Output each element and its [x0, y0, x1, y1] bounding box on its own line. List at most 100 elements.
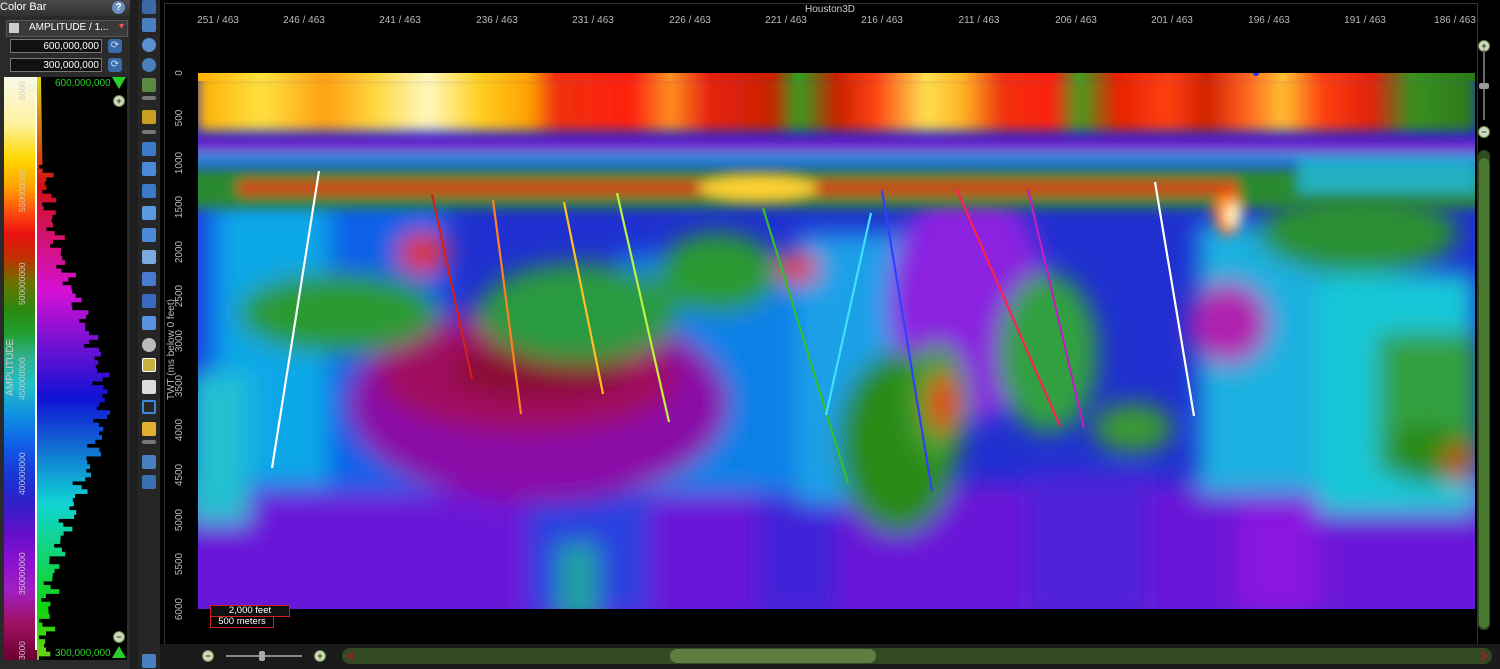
interpret-icon[interactable] [142, 294, 156, 308]
fault-stick[interactable] [270, 170, 321, 469]
histogram-bar [37, 160, 43, 165]
horizontal-scroll-thumb[interactable] [670, 649, 876, 663]
fault-stick[interactable] [562, 201, 605, 395]
bottom-value-label: 300,000,000 [55, 648, 111, 659]
pen-icon[interactable] [142, 455, 156, 469]
histogram-bar [37, 551, 66, 557]
histogram-bar [37, 630, 47, 636]
histogram-bar [37, 510, 77, 515]
histogram-bar [37, 231, 55, 236]
y-axis-tick: 2000 [174, 240, 185, 264]
seed-icon[interactable] [142, 316, 156, 330]
horizontal-scrollbar[interactable] [342, 648, 1492, 664]
well-marker[interactable] [1253, 73, 1259, 76]
help-icon[interactable]: ? [112, 1, 125, 14]
fault-stick[interactable] [880, 189, 934, 492]
fault-stick[interactable] [824, 212, 873, 416]
histogram-bar [37, 260, 66, 265]
histogram-bar [37, 81, 42, 86]
histogram-bar [37, 347, 100, 353]
tool-icon[interactable] [142, 110, 156, 124]
histogram-bar [37, 422, 100, 428]
horizontal-zoom-handle[interactable] [259, 651, 265, 661]
zoom-out-icon[interactable]: − [202, 650, 214, 662]
histogram-bar [37, 97, 42, 103]
horizon-icon[interactable] [142, 272, 156, 286]
eraser-icon[interactable] [142, 380, 156, 394]
histogram-bar [37, 360, 99, 365]
pick-fault-icon[interactable] [142, 142, 156, 156]
histogram-bar [37, 139, 43, 145]
max-value-input[interactable] [10, 39, 102, 53]
edit-fault-icon[interactable] [142, 184, 156, 198]
histogram-bar [37, 439, 96, 444]
layers-icon[interactable] [142, 250, 156, 264]
active-tool-icon[interactable] [142, 358, 156, 372]
light-icon[interactable] [142, 338, 156, 352]
scroll-left-icon[interactable] [346, 650, 353, 662]
histogram-bar [37, 547, 62, 553]
pointer-tool-icon[interactable] [142, 0, 156, 14]
panel-toggle-icon[interactable] [142, 654, 156, 668]
panel-splitter[interactable] [130, 0, 138, 669]
vertical-scroll-thumb[interactable] [1479, 158, 1489, 628]
fault-stick[interactable] [761, 207, 850, 484]
select-tool-icon[interactable] [142, 18, 156, 32]
rotate-tool-icon[interactable] [142, 58, 156, 72]
histogram-center-line [35, 95, 37, 650]
histogram-bar [37, 572, 53, 578]
bottom-toolbar: − + [160, 644, 1500, 669]
zoom-in-icon[interactable]: + [314, 650, 326, 662]
fault-stick[interactable] [1026, 189, 1086, 429]
histogram-bar [37, 426, 104, 432]
seismic-section-view[interactable]: Houston3D 251 / 463 246 / 463 241 / 463 … [160, 0, 1500, 669]
histogram-bar [37, 343, 85, 349]
histogram-bar [37, 93, 42, 99]
measure-icon[interactable] [142, 228, 156, 242]
move-icon[interactable] [142, 206, 156, 220]
grid-tool-icon[interactable] [142, 78, 156, 92]
histogram-bar [37, 597, 42, 603]
separator-icon [142, 96, 156, 100]
bottom-marker-handle[interactable] [112, 646, 126, 658]
zoom-in-icon[interactable]: + [113, 95, 125, 107]
histogram-bar [37, 401, 100, 407]
zoom-out-icon[interactable]: − [113, 631, 125, 643]
vertical-zoom-handle[interactable] [1479, 83, 1489, 89]
top-marker-handle[interactable] [112, 77, 126, 89]
histogram-bar [37, 314, 87, 320]
histogram-bar [37, 385, 104, 390]
settings-icon[interactable] [142, 475, 156, 489]
histogram-bar [37, 589, 60, 594]
histogram-bar [37, 172, 54, 178]
scroll-right-icon[interactable] [1482, 650, 1489, 662]
min-value-input[interactable] [10, 58, 102, 72]
fault-stick[interactable] [430, 193, 474, 380]
histogram-bar [37, 493, 76, 499]
fault-stick[interactable] [491, 199, 523, 415]
histogram-bar [37, 297, 82, 303]
fault-stick[interactable] [1153, 181, 1196, 417]
scale-bar-meters: 500 meters [210, 617, 274, 628]
histogram-bar [37, 430, 100, 436]
zoom-out-icon[interactable]: − [1478, 126, 1490, 138]
y-axis-tick: 5000 [174, 508, 185, 532]
zoom-tool-icon[interactable] [142, 38, 156, 52]
rectangle-icon[interactable] [142, 400, 156, 414]
pick-horizon-icon[interactable] [142, 162, 156, 176]
histogram-bar [37, 464, 91, 469]
attribute-select[interactable]: AMPLITUDE / 1... ▾ [6, 20, 128, 37]
histogram-bar [37, 593, 46, 599]
histogram-bar [37, 651, 51, 657]
histogram-bar [37, 151, 43, 157]
histogram-bar [37, 622, 43, 628]
chevron-down-icon[interactable]: ▾ [119, 21, 124, 32]
refresh-icon[interactable]: ⟳ [108, 39, 122, 53]
fault-stick[interactable] [615, 192, 671, 423]
y-axis-tick: 6000 [174, 597, 185, 621]
snapshot-icon[interactable] [142, 422, 156, 436]
histogram-bar [37, 168, 43, 174]
fault-stick[interactable] [955, 189, 1062, 427]
histogram-bar [37, 85, 42, 90]
refresh-icon[interactable]: ⟳ [108, 58, 122, 72]
